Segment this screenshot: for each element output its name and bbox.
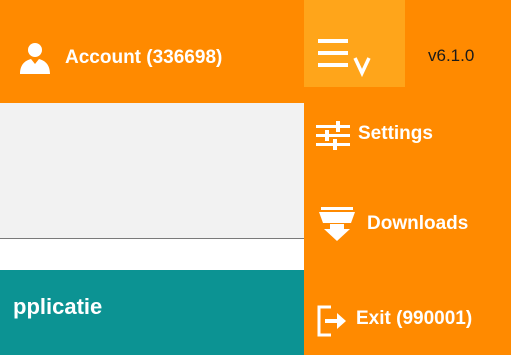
version-label: v6.1.0 — [428, 46, 475, 65]
menu-item-downloads[interactable]: Downloads — [304, 201, 511, 247]
hamburger-chevron-down-icon — [318, 39, 371, 78]
menu-toggle-button[interactable] — [304, 0, 405, 87]
application-banner: pplicatie — [0, 270, 304, 355]
download-tray-icon — [319, 207, 355, 241]
user-icon — [20, 43, 50, 74]
content-panel — [0, 103, 304, 238]
account-button[interactable]: Account (336698) — [18, 41, 222, 75]
divider — [0, 238, 304, 239]
menu-item-downloads-label: Downloads — [367, 213, 469, 234]
dropdown-menu: Settings Downloads Exit (990001) — [304, 87, 511, 355]
menu-item-exit[interactable]: Exit (990001) — [304, 298, 511, 344]
account-label: Account (336698) — [65, 47, 223, 68]
application-banner-label: pplicatie — [13, 294, 103, 319]
menu-item-settings[interactable]: Settings — [304, 112, 511, 158]
menu-item-settings-label: Settings — [358, 123, 433, 144]
menu-item-exit-label: Exit (990001) — [356, 308, 473, 329]
sliders-icon — [316, 121, 350, 150]
exit-icon — [317, 305, 346, 337]
